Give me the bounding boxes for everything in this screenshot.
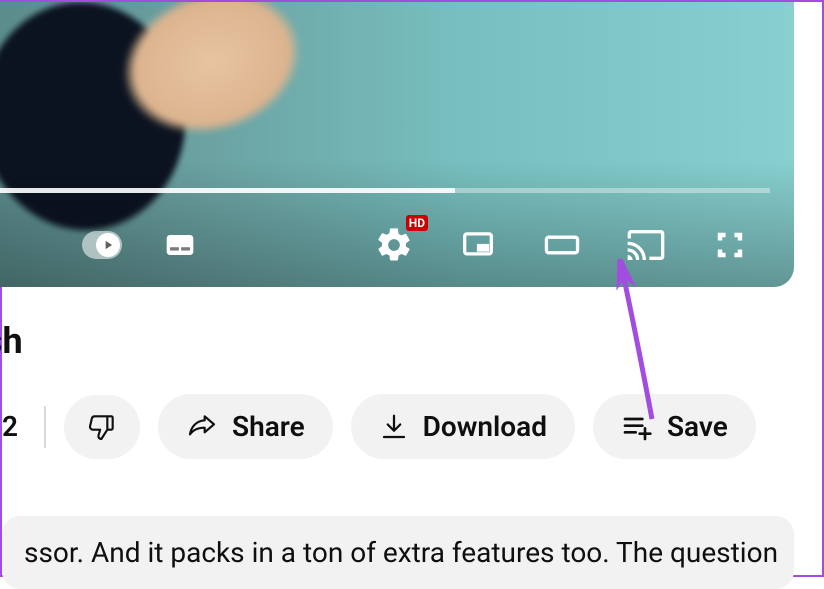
save-label: Save	[667, 410, 728, 443]
like-dislike-divider	[44, 406, 46, 448]
download-button[interactable]: Download	[351, 394, 575, 459]
share-button[interactable]: Share	[158, 394, 333, 459]
dislike-button[interactable]	[64, 395, 140, 459]
video-actions: 2 Share Download Save	[2, 394, 756, 459]
theater-mode-button[interactable]	[542, 225, 582, 265]
download-label: Download	[423, 410, 547, 443]
cast-button[interactable]	[626, 225, 666, 265]
like-count: 2	[2, 410, 26, 443]
progress-bar[interactable]	[0, 188, 770, 193]
progress-fill	[0, 188, 455, 193]
download-icon	[379, 412, 409, 442]
settings-button[interactable]: HD	[374, 225, 414, 265]
video-player: HD	[0, 2, 794, 287]
fullscreen-button[interactable]	[710, 225, 750, 265]
playlist-add-icon	[621, 411, 653, 443]
save-button[interactable]: Save	[593, 394, 756, 459]
miniplayer-button[interactable]	[458, 225, 498, 265]
video-description[interactable]: ssor. And it packs in a ton of extra fea…	[2, 516, 794, 589]
captions-button[interactable]	[160, 225, 200, 265]
share-label: Share	[232, 410, 305, 443]
player-controls: HD	[0, 202, 794, 287]
video-title: sh	[0, 320, 23, 362]
hd-badge: HD	[406, 215, 428, 231]
description-text: ssor. And it packs in a ton of extra fea…	[24, 536, 778, 569]
autoplay-toggle[interactable]	[82, 225, 122, 265]
share-icon	[186, 411, 218, 443]
